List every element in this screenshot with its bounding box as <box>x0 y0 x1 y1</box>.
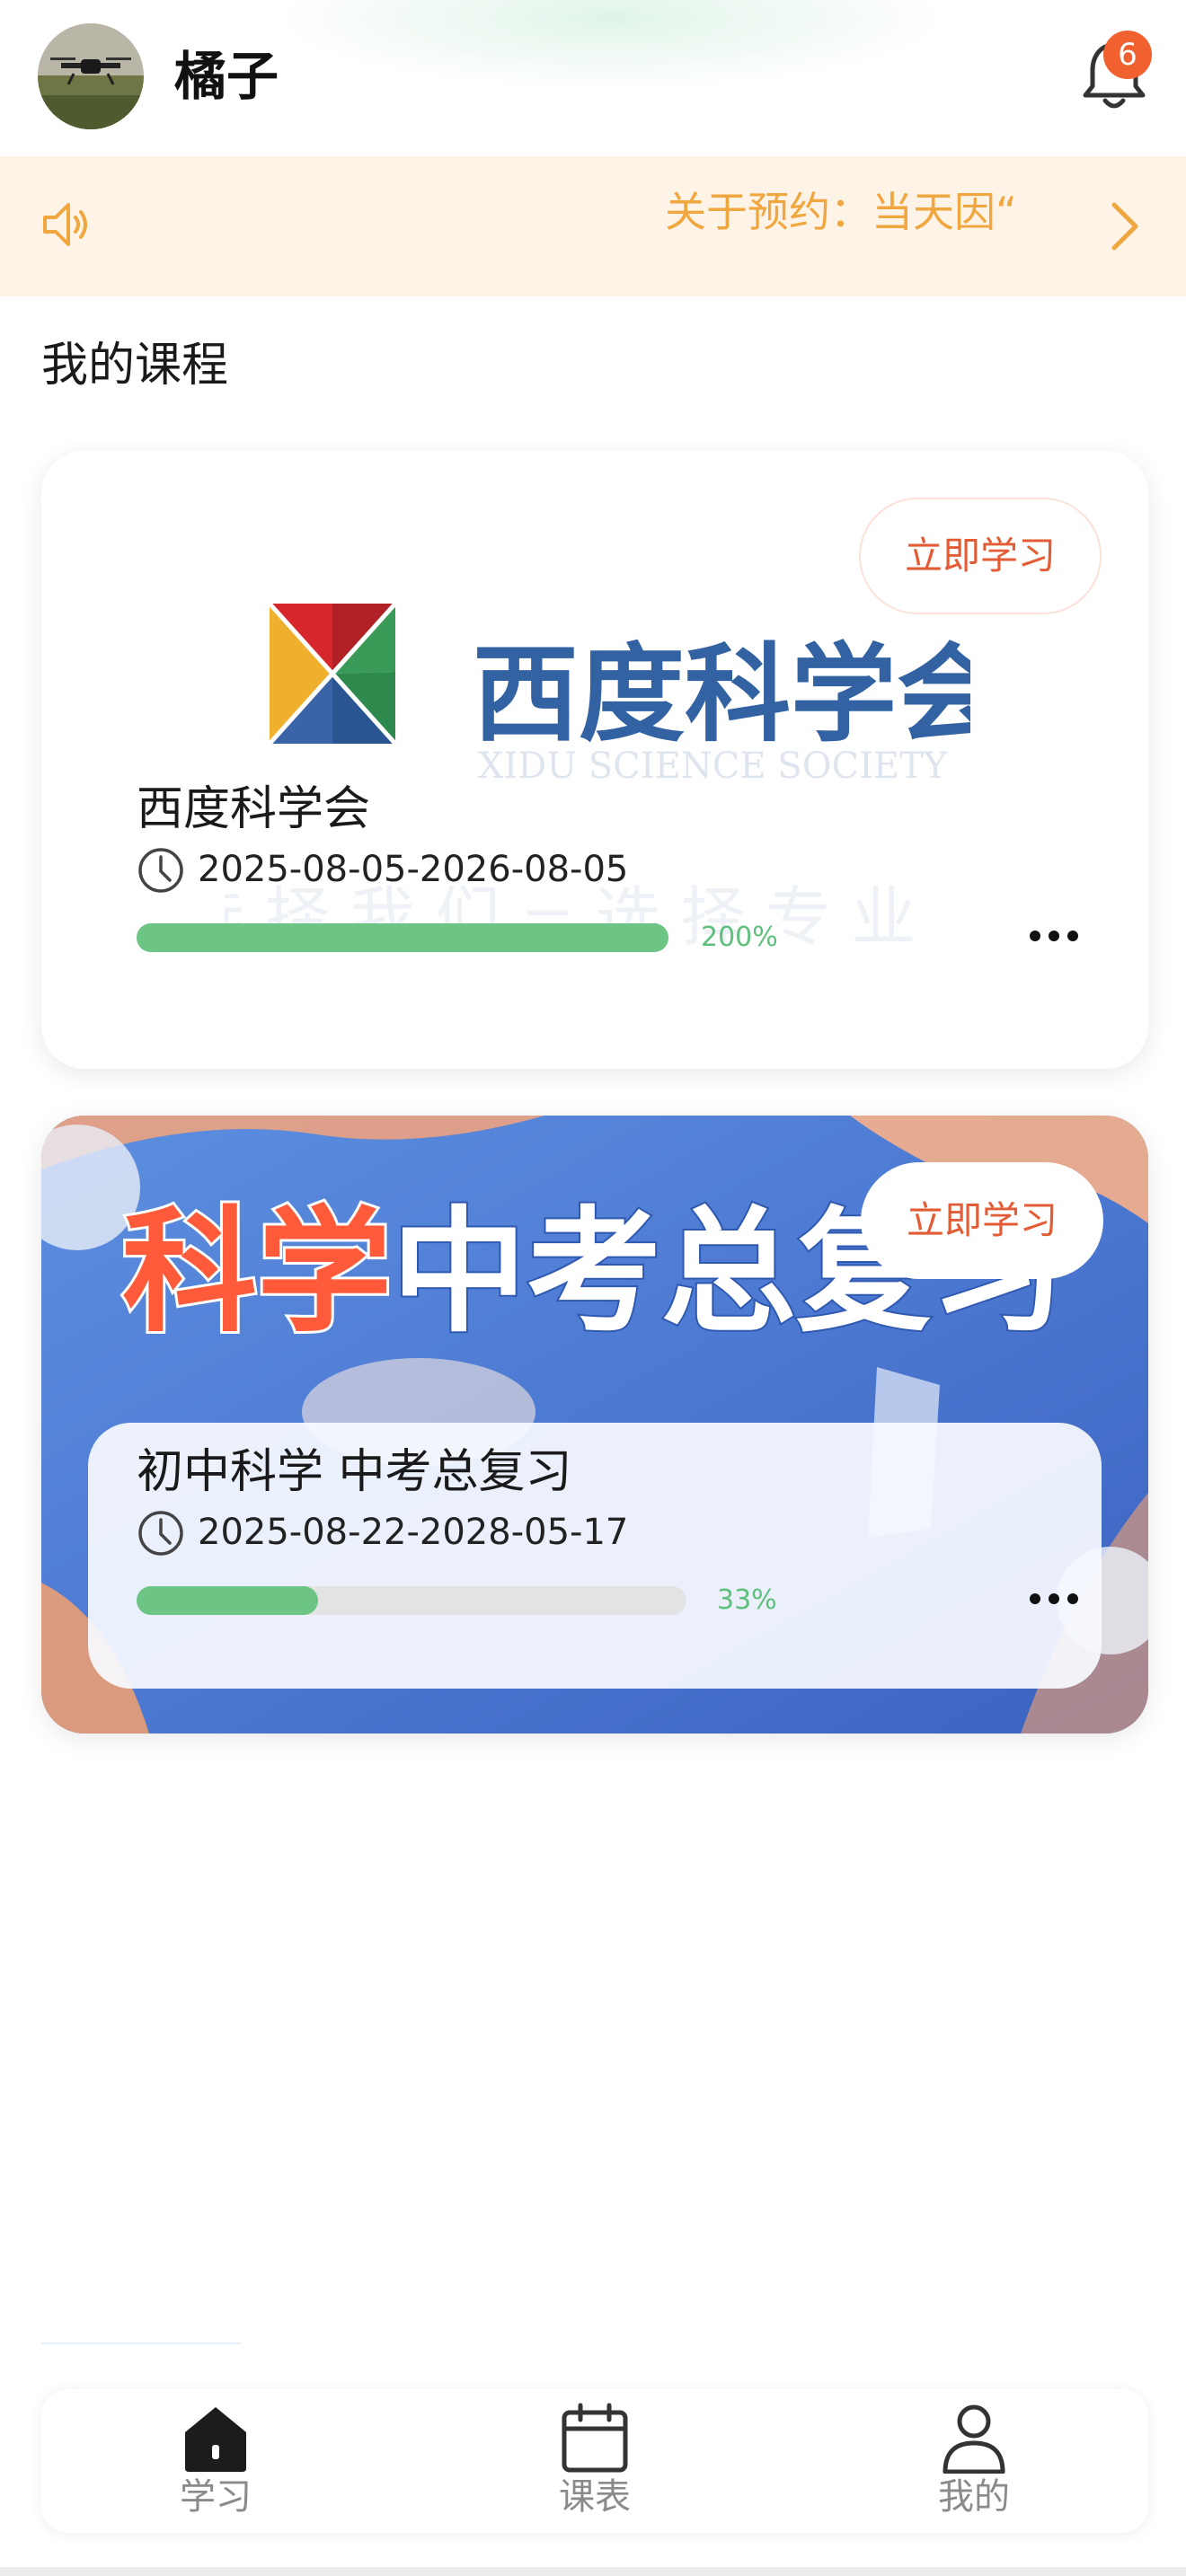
speaker-icon <box>40 196 97 253</box>
course-name: 西度科学会 <box>137 782 371 836</box>
notice-text: 关于预约：当天因“ <box>665 188 1017 236</box>
banner-title-red: 科学 <box>122 1195 392 1351</box>
course-date-range: 2025-08-05-2026-08-05 <box>198 849 629 890</box>
progress-fill <box>137 923 668 952</box>
course-name: 初中科学 中考总复习 <box>137 1445 572 1499</box>
study-now-button[interactable]: 立即学习 <box>859 498 1102 614</box>
header: 橘子 6 <box>0 0 1186 156</box>
progress-percent: 200% <box>701 922 778 953</box>
tab-mine[interactable]: 我的 <box>866 2389 1082 2533</box>
home-icon <box>185 2407 246 2472</box>
study-now-button[interactable]: 立即学习 <box>861 1162 1103 1279</box>
section-title: 我的课程 <box>41 339 229 393</box>
chevron-right-icon[interactable] <box>1107 198 1143 255</box>
progress-bar <box>137 1586 686 1615</box>
calendar-icon <box>562 2403 628 2473</box>
clock-icon <box>138 1511 183 1556</box>
progress-bar <box>137 923 668 952</box>
progress-percent: 33% <box>717 1584 777 1616</box>
notice-bar[interactable]: 关于预约：当天因“ <box>0 156 1186 296</box>
course-card[interactable]: 科学 中考总复习 立即学习 初中科学 中考总复习 2025-08-22-2028… <box>41 1116 1148 1734</box>
course-info: 西度科学会 2025-08-05-2026-08-05 200% <box>137 780 1107 977</box>
avatar[interactable] <box>38 23 144 129</box>
clock-icon <box>138 848 183 893</box>
notification-badge: 6 <box>1103 31 1152 79</box>
scroll-hint <box>41 2342 241 2344</box>
profile-icon <box>943 2404 1005 2474</box>
username: 橘子 <box>174 46 279 107</box>
more-options-icon[interactable] <box>1024 916 1084 956</box>
home-indicator <box>0 2567 1186 2576</box>
tab-label: 我的 <box>938 2476 1010 2518</box>
tab-study[interactable]: 学习 <box>108 2389 323 2533</box>
logo-title: 西度科学会 <box>473 631 970 756</box>
course-card[interactable]: 西度科学会 XIDU SCIENCE SOCIETY 选 择 我 们 = 选 择… <box>41 451 1148 1069</box>
tab-label: 课表 <box>559 2476 631 2518</box>
tab-label: 学习 <box>180 2476 252 2518</box>
more-options-icon[interactable] <box>1024 1579 1084 1619</box>
tab-schedule[interactable]: 课表 <box>487 2389 703 2533</box>
course-date-range: 2025-08-22-2028-05-17 <box>198 1512 629 1553</box>
bottom-tab-bar: 学习 课表 我的 <box>41 2389 1148 2533</box>
avatar-drone-image <box>38 23 144 129</box>
progress-fill <box>137 1586 318 1615</box>
course-info: 初中科学 中考总复习 2025-08-22-2028-05-17 33% <box>137 1442 1107 1640</box>
